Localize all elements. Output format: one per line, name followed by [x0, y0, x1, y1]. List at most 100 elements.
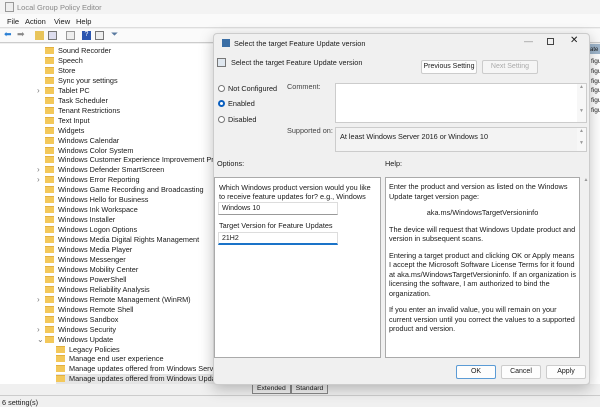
cancel-button[interactable]: Cancel: [501, 365, 541, 379]
tree-item[interactable]: Windows Reliability Analysis: [45, 285, 150, 295]
show-hide-tree-icon[interactable]: [48, 31, 57, 40]
tree-item[interactable]: › Tablet PC: [37, 85, 90, 96]
tree-item[interactable]: Sync your settings: [45, 76, 118, 86]
tree-item[interactable]: Manage end user experience: [56, 354, 164, 364]
window-title: Local Group Policy Editor: [17, 3, 102, 12]
folder-icon: [45, 176, 54, 184]
tree-item[interactable]: Windows PowerShell: [45, 275, 127, 285]
help-paragraph: The device will request that Windows Upd…: [389, 224, 576, 244]
tree-item[interactable]: › Windows Remote Management (WinRM): [37, 295, 191, 305]
policy-tree[interactable]: Sound Recorder Speech Store Sync your setti…: [0, 44, 272, 385]
product-version-input[interactable]: Windows 10: [218, 202, 338, 215]
folder-icon: [45, 156, 54, 164]
tree-item[interactable]: Speech: [45, 56, 83, 66]
radio-not-configured-label[interactable]: Not Configured: [228, 84, 277, 93]
tree-item[interactable]: Windows Game Recording and Broadcasting: [45, 185, 204, 195]
tree-item[interactable]: Windows Calendar: [45, 136, 119, 146]
chevron-right-icon[interactable]: ›: [37, 325, 40, 335]
tree-item[interactable]: Windows Logon Options: [45, 225, 137, 235]
status-text: 6 setting(s): [2, 398, 39, 407]
radio-disabled[interactable]: [218, 116, 225, 123]
folder-icon: [45, 86, 54, 94]
tree-item[interactable]: Windows Installer: [45, 215, 115, 225]
tree-item-label: Windows Color System: [58, 145, 134, 155]
folder-icon: [45, 106, 54, 114]
setting-row[interactable]: figu: [591, 58, 600, 65]
folder-icon: [45, 295, 54, 303]
radio-enabled-label[interactable]: Enabled: [228, 99, 255, 108]
radio-disabled-label[interactable]: Disabled: [228, 115, 256, 124]
folder-icon: [45, 66, 54, 74]
filter-icon[interactable]: ⏷: [111, 29, 120, 39]
chevron-right-icon[interactable]: ›: [37, 175, 40, 185]
supported-scrollbar[interactable]: ▲ ▼: [577, 128, 586, 151]
tree-item[interactable]: Windows Customer Experience Improvement …: [45, 155, 234, 165]
tree-item[interactable]: Windows Mobility Center: [45, 265, 138, 275]
tree-item[interactable]: Task Scheduler: [45, 96, 108, 106]
setting-row[interactable]: figu: [591, 87, 600, 94]
radio-enabled[interactable]: [218, 100, 225, 107]
setting-icon: [217, 58, 226, 67]
tree-item[interactable]: Windows Media Digital Rights Management: [45, 235, 199, 245]
apply-button[interactable]: Apply: [546, 365, 586, 379]
tab-extended[interactable]: Extended: [252, 384, 291, 394]
tree-item[interactable]: Windows Remote Shell: [45, 305, 133, 315]
previous-setting-button[interactable]: Previous Setting: [421, 60, 477, 74]
menu-file[interactable]: File: [7, 17, 19, 26]
tree-item[interactable]: Manage updates offered from Windows Upda…: [56, 374, 222, 385]
supported-on-value: At least Windows Server 2016 or Windows …: [340, 132, 489, 141]
next-setting-button[interactable]: Next Setting: [482, 60, 538, 74]
tree-item[interactable]: › Windows Error Reporting: [37, 175, 140, 185]
menu-action[interactable]: Action: [25, 17, 46, 26]
tree-item[interactable]: Windows Sandbox: [45, 315, 118, 325]
chevron-right-icon[interactable]: ›: [37, 295, 40, 305]
up-folder-icon[interactable]: [35, 31, 44, 40]
tree-item[interactable]: Windows Media Player: [45, 245, 132, 255]
tree-item[interactable]: Windows Messenger: [45, 255, 126, 265]
settings-list[interactable]: ate figu figu figu figu figu figu: [590, 44, 600, 384]
comment-field[interactable]: ▲ ▼: [335, 83, 587, 123]
export-list-icon[interactable]: [66, 31, 75, 40]
folder-icon: [56, 355, 65, 363]
tree-item[interactable]: › Windows Defender SmartScreen: [37, 165, 164, 175]
tree-item-label: Windows Media Player: [58, 245, 133, 254]
tree-item[interactable]: Windows Hello for Business: [45, 195, 148, 205]
radio-not-configured[interactable]: [218, 85, 225, 92]
chevron-down-icon[interactable]: ⌄: [37, 335, 44, 345]
back-icon[interactable]: ⬅: [4, 29, 13, 39]
setting-row[interactable]: figu: [591, 107, 600, 114]
tree-item[interactable]: Tenant Restrictions: [45, 106, 120, 116]
setting-row[interactable]: figu: [591, 68, 600, 75]
tree-item[interactable]: › Windows Security: [37, 325, 116, 335]
tree-item[interactable]: Sound Recorder: [45, 46, 111, 56]
tab-standard[interactable]: Standard: [290, 384, 329, 394]
maximize-button[interactable]: [547, 38, 554, 45]
tree-item[interactable]: Text Input: [45, 116, 90, 126]
folder-icon: [56, 345, 65, 353]
target-version-input[interactable]: 21H2: [218, 232, 338, 245]
chevron-right-icon[interactable]: ›: [37, 86, 40, 96]
chevron-right-icon[interactable]: ›: [37, 165, 40, 175]
comment-scrollbar[interactable]: ▲ ▼: [577, 84, 586, 122]
menu-help[interactable]: Help: [76, 17, 91, 26]
help-icon[interactable]: ?: [82, 31, 91, 40]
menu-view[interactable]: View: [54, 17, 70, 26]
tree-item[interactable]: Widgets: [45, 126, 84, 136]
ok-button[interactable]: OK: [456, 365, 496, 379]
help-scrollbar[interactable]: ▲: [582, 177, 590, 358]
tree-item[interactable]: Store: [45, 66, 75, 76]
setting-row[interactable]: figu: [591, 97, 600, 104]
column-header[interactable]: ate: [590, 44, 600, 54]
tree-item-label: Tablet PC: [58, 85, 90, 95]
tree-item[interactable]: Legacy Policies: [56, 345, 120, 355]
folder-icon: [45, 335, 54, 343]
tree-item[interactable]: ⌄ Windows Update: [37, 335, 113, 345]
tree-item[interactable]: Windows Ink Workspace: [45, 205, 138, 215]
setting-row[interactable]: figu: [591, 78, 600, 85]
forward-icon[interactable]: ➡: [17, 29, 26, 39]
properties-icon[interactable]: [95, 31, 104, 40]
tree-item[interactable]: Windows Color System: [45, 146, 133, 156]
help-paragraph: If you enter an invalid value, you will …: [389, 305, 575, 333]
minimize-button[interactable]: —: [524, 36, 533, 46]
close-button[interactable]: ✕: [570, 35, 578, 46]
